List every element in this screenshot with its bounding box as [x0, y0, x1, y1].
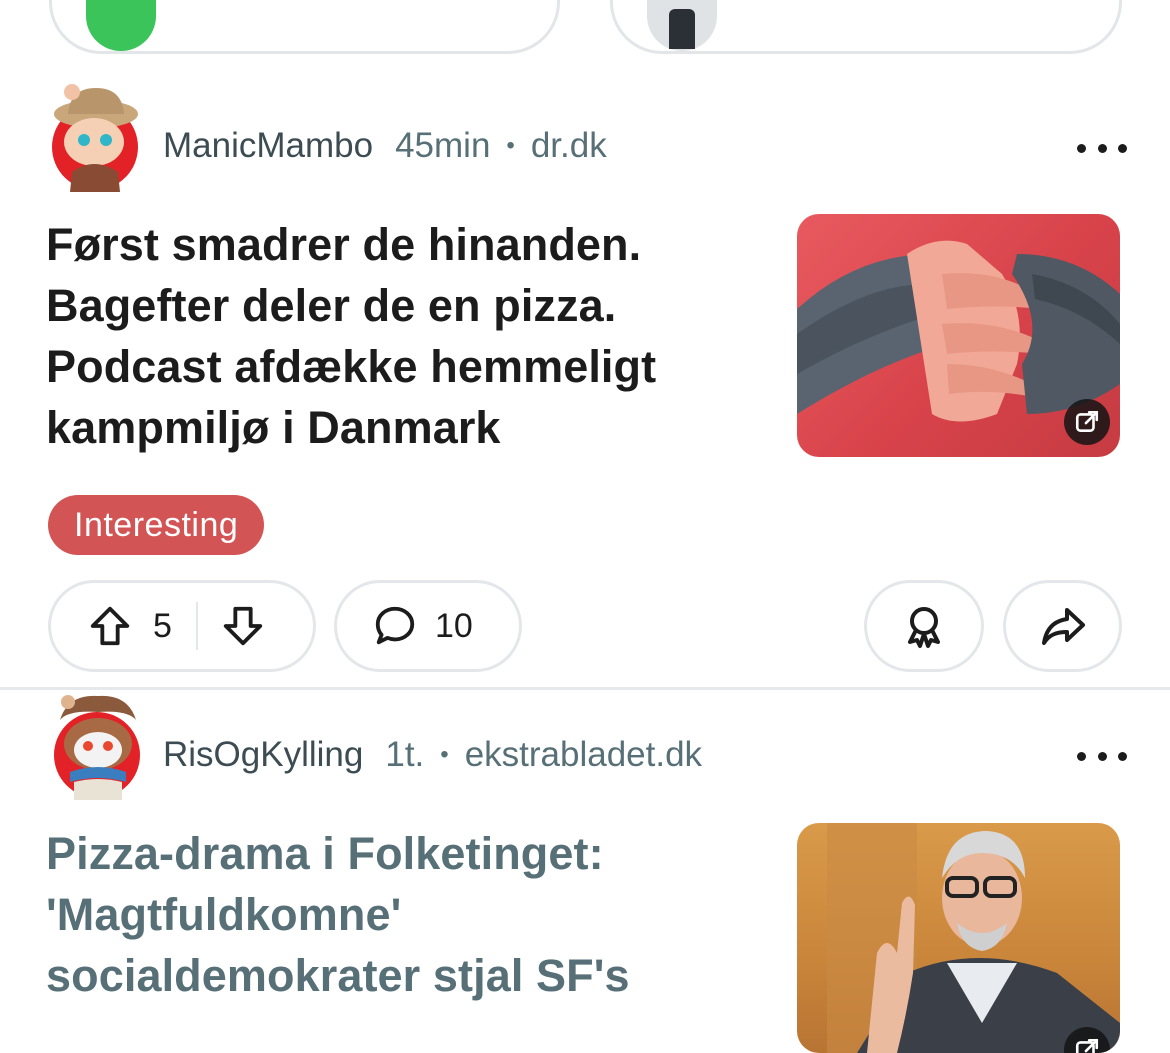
vote-count: 5: [153, 606, 172, 645]
share-button[interactable]: [1003, 580, 1122, 672]
community-card-right[interactable]: [610, 0, 1122, 54]
comment-count: 10: [435, 606, 473, 645]
share-icon: [1041, 608, 1085, 645]
award-icon: [908, 607, 940, 648]
upvote-icon[interactable]: [87, 603, 133, 649]
downvote-icon[interactable]: [220, 603, 266, 649]
username[interactable]: ManicMambo: [163, 126, 373, 166]
external-link-icon: [1075, 410, 1099, 432]
community-avatar: [647, 0, 717, 51]
comments-button[interactable]: 10: [334, 580, 522, 672]
external-link-button[interactable]: [1064, 399, 1110, 445]
meta-separator: •: [440, 741, 449, 768]
more-options-button[interactable]: [1077, 133, 1127, 163]
post-domain[interactable]: ekstrabladet.dk: [465, 735, 702, 775]
post-meta: RisOgKylling 1t. • ekstrabladet.dk: [163, 735, 702, 775]
post-domain[interactable]: dr.dk: [531, 126, 607, 166]
politician-photo-image: [827, 823, 1120, 1053]
snoo-avatar-icon: [54, 84, 138, 192]
vote-bar: 5: [48, 580, 316, 672]
more-options-button[interactable]: [1077, 741, 1127, 771]
post-flair[interactable]: Interesting: [48, 495, 265, 555]
post-thumbnail[interactable]: [797, 823, 1120, 1053]
more-icon: [1077, 143, 1086, 153]
external-link-icon: [1075, 1038, 1099, 1053]
post-meta: ManicMambo 45min • dr.dk: [163, 126, 607, 166]
post-divider: [0, 687, 1170, 690]
meta-separator: •: [506, 132, 515, 159]
post-time: 1t.: [385, 735, 425, 774]
post-title[interactable]: Pizza-drama i Folketinget: 'Magtfuldkomn…: [46, 823, 766, 1006]
more-icon: [1077, 751, 1086, 761]
username[interactable]: RisOgKylling: [163, 735, 363, 775]
comment-icon: [375, 606, 415, 645]
award-button[interactable]: [864, 580, 984, 672]
post-title[interactable]: Først smadrer de hinanden. Bagefter dele…: [46, 214, 766, 458]
user-avatar[interactable]: [52, 84, 138, 192]
user-avatar[interactable]: [54, 695, 140, 800]
post-thumbnail[interactable]: [797, 214, 1120, 457]
community-icon: [86, 0, 156, 51]
post-time: 45min: [395, 126, 491, 165]
community-card-left[interactable]: [49, 0, 560, 54]
snoo-avatar-icon: [60, 695, 136, 800]
vote-divider: [195, 602, 198, 650]
